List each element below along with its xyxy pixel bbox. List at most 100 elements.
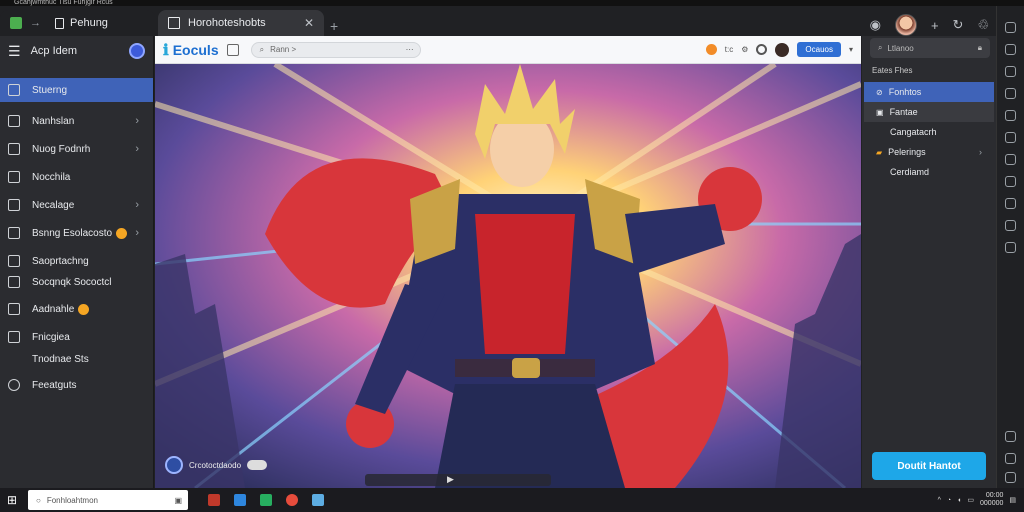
app-icon-1[interactable] [208, 494, 220, 506]
hero-artwork: Crcotoctdaodo ▶ [155, 64, 861, 488]
emoji-icon [116, 227, 128, 239]
page-icon [55, 17, 64, 29]
clock[interactable]: 00:00 000000 [980, 492, 1003, 508]
folder-icon: ▰ [876, 147, 883, 157]
bell-icon[interactable]: ♲ [977, 17, 989, 33]
panel-item-4[interactable]: Cerdiamd [864, 162, 994, 182]
rail-icon-4[interactable] [1005, 88, 1016, 99]
filter-icon[interactable]: ⋯ [406, 45, 414, 54]
toggle-switch[interactable] [247, 460, 268, 470]
anime-hero-illustration [155, 64, 861, 488]
sidebar-item-3[interactable]: Nocchila [0, 165, 153, 189]
sidebar-item-10[interactable]: Tnodnae Sts [0, 347, 153, 371]
rail-icon-8[interactable] [1005, 176, 1016, 187]
panel-item-3[interactable]: ▰ Pelerings › [864, 142, 994, 162]
rail-icon-3[interactable] [1005, 66, 1016, 77]
rail-icon-6[interactable] [1005, 132, 1016, 143]
battery-icon[interactable]: ▭ [967, 496, 974, 504]
tab-first[interactable]: → Pehung [0, 10, 155, 36]
volume-icon[interactable]: ◖ [957, 497, 961, 504]
windows-start-icon[interactable]: ⊞ [0, 488, 24, 512]
sidebar-item-4[interactable]: Necalage › [0, 193, 153, 217]
chevron-right-icon: › [135, 227, 139, 239]
chevron-up-icon[interactable]: ^ [938, 497, 941, 504]
lock-icon: 🔒︎ [977, 43, 982, 52]
panel-search-input[interactable]: ⌕ Ltlanoo 🔒︎ [870, 38, 990, 58]
logo-icon: ℹ [163, 41, 169, 59]
sidebar-item-5[interactable]: Bsnng Esolacosto › [0, 221, 153, 245]
sidebar-item-7[interactable]: Socqnqk Sococtcl [0, 270, 153, 294]
sidebar-item-label: Saoprtachng [32, 255, 89, 267]
rail-icon-11[interactable] [1005, 242, 1016, 253]
rail-icon-9[interactable] [1005, 198, 1016, 209]
rail-icon-1[interactable] [1005, 22, 1016, 33]
chrome-icon[interactable] [286, 494, 298, 506]
chevron-right-icon: › [135, 143, 139, 155]
taskbar-search-input[interactable]: ○ Fonhloahtmon ▣ [28, 490, 188, 510]
rail-icon-10[interactable] [1005, 220, 1016, 231]
settings-icon[interactable]: ⚙ [741, 45, 748, 54]
rail-icon-2[interactable] [1005, 44, 1016, 55]
sidebar-item-11[interactable]: Feeatguts [0, 373, 153, 397]
globe-icon[interactable] [129, 43, 145, 59]
refresh-icon[interactable]: ↻ [953, 17, 964, 33]
rail-icon-12[interactable] [1005, 431, 1016, 442]
tab-active[interactable]: Horohoteshobts ✕ [158, 10, 324, 36]
rail-icon-14[interactable] [1005, 472, 1016, 483]
panel-item-label: Fonhtos [888, 87, 922, 97]
profile-avatar[interactable] [775, 42, 790, 57]
taskbar-search-placeholder: Fonhloahtmon [46, 495, 98, 505]
app-icon-5[interactable] [312, 494, 324, 506]
clock-time: 00:00 [985, 492, 1004, 499]
sidebar-item-label: Stuerng [32, 84, 68, 96]
primary-button[interactable]: Ocauos [797, 42, 841, 57]
panel-item-0[interactable]: ⊘ Fonhtos [864, 82, 994, 102]
new-tab-icon[interactable]: + [330, 18, 338, 34]
site-toolbar: ℹ Eoculs ⌕ Rann > ⋯ t:c ⚙ Ocauos ▾ [155, 36, 861, 64]
rail-icon-7[interactable] [1005, 154, 1016, 165]
sidebar-item-9[interactable]: Fnicgiea [0, 325, 153, 349]
panel-title: Eates Fhes [872, 66, 913, 75]
brand-logo[interactable]: ℹ Eoculs [163, 41, 219, 59]
menu-icon[interactable]: ☰ [8, 43, 21, 60]
hero-pill-label: Crcotoctdaodo [189, 460, 242, 470]
bookmark-icon[interactable] [226, 43, 239, 56]
sidebar-item-label: Socqnqk Sococtcl [32, 276, 112, 288]
site-search-input[interactable]: ⌕ Rann > ⋯ [250, 41, 421, 58]
back-arrow-icon[interactable]: → [30, 17, 41, 29]
cta-button[interactable]: Doutit Hantot [872, 452, 986, 480]
media-playbar[interactable]: ▶ [365, 474, 551, 486]
panel-item-2[interactable]: Cangatacrh [864, 122, 994, 142]
tab-active-label: Horohoteshobts [188, 17, 266, 29]
plus-icon[interactable]: + [931, 18, 939, 33]
avatar[interactable] [894, 14, 917, 36]
notifications-icon[interactable]: ▤ [1009, 496, 1016, 504]
sidebar-header: ☰ Acp Idem [0, 36, 153, 66]
left-sidebar: ☰ Acp Idem Stuerng Nanhslan › Nuog Fodnr… [0, 36, 154, 488]
app-icon-3[interactable] [260, 494, 272, 506]
sidebar-item-0[interactable]: Stuerng [0, 78, 153, 102]
chat-icon [8, 255, 20, 267]
wifi-icon[interactable]: ◔ [947, 497, 951, 504]
camera-icon[interactable]: ▣ [174, 496, 182, 505]
rail-icon-13[interactable] [1005, 453, 1016, 464]
close-icon[interactable]: ✕ [304, 16, 314, 30]
sidebar-item-1[interactable]: Nanhslan › [0, 109, 153, 133]
sidebar-item-8[interactable]: Aadnahle [0, 297, 153, 321]
note-icon [8, 171, 20, 183]
hero-pill[interactable]: Crcotoctdaodo [165, 456, 268, 474]
app-icon-2[interactable] [234, 494, 246, 506]
folder-icon [8, 227, 20, 239]
rail-icon-5[interactable] [1005, 110, 1016, 121]
tab-first-label: Pehung [70, 17, 108, 29]
panel-item-1[interactable]: ▣ Fantae [864, 102, 994, 122]
blank-icon [8, 353, 20, 365]
record-icon[interactable]: ◉ [870, 17, 881, 33]
sidebar-item-2[interactable]: Nuog Fodnrh › [0, 137, 153, 161]
help-icon[interactable] [756, 44, 768, 55]
chevron-down-icon[interactable]: ▾ [849, 45, 853, 54]
notification-icon[interactable] [705, 44, 717, 55]
taskbar-apps [208, 494, 324, 506]
play-icon[interactable]: ▶ [447, 474, 454, 485]
panel-item-label: Cangatacrh [890, 127, 937, 137]
